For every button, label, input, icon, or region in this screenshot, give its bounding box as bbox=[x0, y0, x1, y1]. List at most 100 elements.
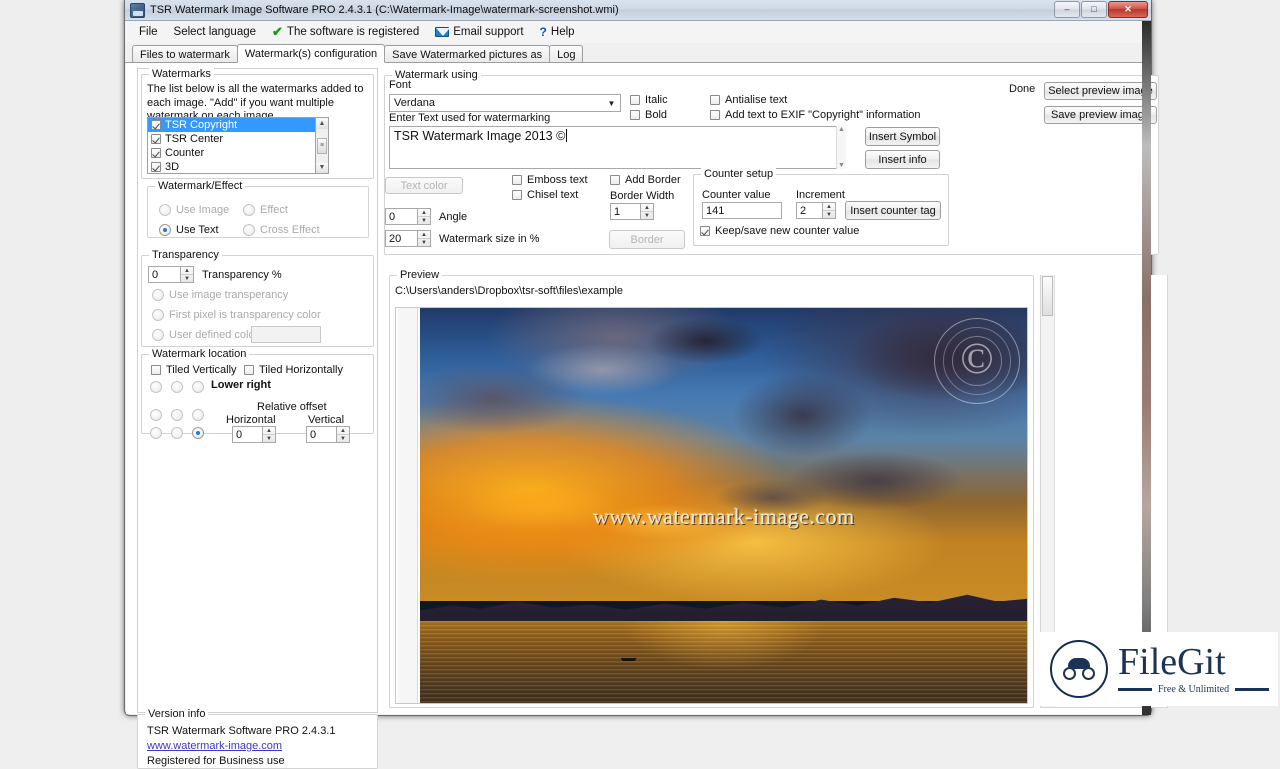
checkbox-tiled-horizontally[interactable]: Tiled Horizontally bbox=[244, 364, 343, 376]
list-item[interactable]: TSR Copyright bbox=[148, 118, 315, 132]
checkbox-icon[interactable] bbox=[610, 175, 620, 185]
checkbox-icon[interactable] bbox=[710, 95, 720, 105]
checkbox-chisel-text[interactable]: Chisel text bbox=[512, 189, 578, 201]
checkbox-icon[interactable] bbox=[630, 95, 640, 105]
radio-icon[interactable] bbox=[243, 224, 255, 236]
increment-input[interactable] bbox=[796, 202, 822, 219]
chevron-down-icon[interactable]: ▼ bbox=[838, 162, 845, 169]
save-preview-image-button[interactable]: Save preview image bbox=[1044, 106, 1157, 124]
checkbox-antialise[interactable]: Antialise text bbox=[710, 94, 787, 106]
spinner-buttons[interactable]: ▲ ▼ bbox=[640, 203, 654, 220]
chevron-up-icon[interactable]: ▲ bbox=[418, 209, 430, 217]
tab-files-to-watermark[interactable]: Files to watermark bbox=[132, 45, 238, 63]
radio-cross-effect[interactable]: Cross Effect bbox=[243, 224, 320, 236]
horizontal-offset-input[interactable] bbox=[232, 426, 262, 443]
position-radio-middle-right[interactable] bbox=[192, 409, 204, 421]
radio-use-text[interactable]: Use Text bbox=[159, 224, 219, 236]
watermark-text-input[interactable]: TSR Watermark Image 2013 © bbox=[389, 126, 845, 169]
checkbox-icon[interactable] bbox=[151, 162, 161, 172]
maximize-button[interactable]: □ bbox=[1081, 1, 1107, 18]
checkbox-tiled-vertically[interactable]: Tiled Vertically bbox=[151, 364, 237, 376]
checkbox-icon[interactable] bbox=[512, 190, 522, 200]
chevron-down-icon[interactable]: ▼ bbox=[641, 212, 653, 219]
checkbox-add-border[interactable]: Add Border bbox=[610, 174, 681, 186]
chevron-up-icon[interactable]: ▲ bbox=[181, 267, 193, 275]
chevron-down-icon[interactable]: ▼ bbox=[181, 275, 193, 282]
watermark-size-input[interactable] bbox=[385, 230, 417, 247]
preview-photo[interactable]: © www.watermark-image.com TSR Watermark … bbox=[420, 308, 1028, 704]
radio-effect[interactable]: Effect bbox=[243, 204, 288, 216]
menu-registered-status[interactable]: ✔ The software is registered bbox=[272, 24, 419, 40]
spinner-buttons[interactable]: ▲ ▼ bbox=[417, 208, 431, 225]
radio-use-image[interactable]: Use Image bbox=[159, 204, 229, 216]
position-radio-middle-left[interactable] bbox=[150, 409, 162, 421]
checkbox-keep-save-counter[interactable]: Keep/save new counter value bbox=[700, 225, 859, 237]
radio-first-pixel-transparency[interactable]: First pixel is transparency color bbox=[152, 309, 321, 321]
vertical-offset-stepper[interactable]: ▲ ▼ bbox=[306, 426, 350, 443]
chevron-up-icon[interactable]: ▲ bbox=[316, 118, 328, 129]
checkbox-icon[interactable] bbox=[710, 110, 720, 120]
spinner-buttons[interactable]: ▲ ▼ bbox=[180, 266, 194, 283]
font-select[interactable]: Verdana ▼ bbox=[389, 94, 621, 112]
scrollbar-thumb[interactable]: ≡ bbox=[317, 138, 327, 154]
spinner-buttons[interactable]: ▲ ▼ bbox=[417, 230, 431, 247]
position-radio-bottom-right[interactable] bbox=[192, 427, 204, 439]
scrollbar-thumb[interactable] bbox=[1042, 276, 1053, 316]
border-width-stepper[interactable]: ▲ ▼ bbox=[610, 203, 654, 220]
checkbox-emboss-text[interactable]: Emboss text bbox=[512, 174, 588, 186]
spinner-buttons[interactable]: ▲ ▼ bbox=[262, 426, 276, 443]
menu-email-support[interactable]: Email support bbox=[435, 26, 523, 38]
counter-value-input[interactable] bbox=[702, 202, 782, 219]
radio-user-defined-color[interactable]: User defined color bbox=[152, 329, 258, 341]
chevron-up-icon[interactable]: ▲ bbox=[838, 126, 845, 133]
angle-input[interactable] bbox=[385, 208, 417, 225]
transparency-stepper[interactable]: ▲ ▼ bbox=[148, 266, 194, 283]
horizontal-offset-stepper[interactable]: ▲ ▼ bbox=[232, 426, 276, 443]
border-width-input[interactable] bbox=[610, 203, 640, 220]
checkbox-icon[interactable] bbox=[244, 365, 254, 375]
checkbox-bold[interactable]: Bold bbox=[630, 109, 667, 121]
radio-icon[interactable] bbox=[152, 289, 164, 301]
user-defined-color-swatch[interactable] bbox=[251, 326, 321, 343]
radio-icon[interactable] bbox=[152, 329, 164, 341]
watermark-size-stepper[interactable]: ▲ ▼ bbox=[385, 230, 431, 247]
checkbox-icon[interactable] bbox=[151, 134, 161, 144]
checkbox-icon[interactable] bbox=[151, 365, 161, 375]
angle-stepper[interactable]: ▲ ▼ bbox=[385, 208, 431, 225]
watermarks-list-scrollbar[interactable]: ▲ ≡ ▼ bbox=[316, 117, 329, 174]
version-link-row[interactable]: www.watermark-image.com bbox=[147, 739, 377, 754]
list-item[interactable]: TSR Center bbox=[148, 132, 315, 146]
insert-counter-tag-button[interactable]: Insert counter tag bbox=[845, 201, 941, 220]
spinner-buttons[interactable]: ▲ ▼ bbox=[822, 202, 836, 219]
radio-icon[interactable] bbox=[159, 224, 171, 236]
increment-stepper[interactable]: ▲ ▼ bbox=[796, 202, 836, 219]
chevron-down-icon[interactable]: ▼ bbox=[603, 95, 620, 111]
position-radio-bottom-center[interactable] bbox=[171, 427, 183, 439]
tab-log[interactable]: Log bbox=[549, 45, 583, 63]
minimize-button[interactable]: – bbox=[1054, 1, 1080, 18]
preview-image-container[interactable]: © www.watermark-image.com TSR Watermark … bbox=[395, 307, 1028, 704]
list-item[interactable]: Counter bbox=[148, 146, 315, 160]
insert-info-button[interactable]: Insert info bbox=[865, 150, 940, 169]
radio-icon[interactable] bbox=[243, 204, 255, 216]
chevron-down-icon[interactable]: ▼ bbox=[263, 435, 275, 442]
chevron-up-icon[interactable]: ▲ bbox=[823, 203, 835, 211]
checkbox-icon[interactable] bbox=[630, 110, 640, 120]
position-radio-top-right[interactable] bbox=[192, 381, 204, 393]
transparency-input[interactable] bbox=[148, 266, 180, 283]
list-item[interactable]: 3D bbox=[148, 160, 315, 174]
position-radio-bottom-left[interactable] bbox=[150, 427, 162, 439]
checkbox-exif-copyright[interactable]: Add text to EXIF "Copyright" information bbox=[710, 109, 921, 121]
position-radio-middle-center[interactable] bbox=[171, 409, 183, 421]
chevron-down-icon[interactable]: ▼ bbox=[316, 163, 328, 174]
tab-watermarks-configuration[interactable]: Watermark(s) configuration bbox=[237, 44, 385, 63]
checkbox-icon[interactable] bbox=[700, 226, 710, 236]
watermarks-list[interactable]: TSR Copyright TSR Center Counter 3D bbox=[147, 117, 316, 174]
vertical-offset-input[interactable] bbox=[306, 426, 336, 443]
chevron-up-icon[interactable]: ▲ bbox=[263, 427, 275, 435]
chevron-up-icon[interactable]: ▲ bbox=[337, 427, 349, 435]
chevron-down-icon[interactable]: ▼ bbox=[337, 435, 349, 442]
version-link[interactable]: www.watermark-image.com bbox=[147, 740, 282, 752]
checkbox-icon[interactable] bbox=[151, 120, 161, 130]
insert-symbol-button[interactable]: Insert Symbol bbox=[865, 127, 940, 146]
